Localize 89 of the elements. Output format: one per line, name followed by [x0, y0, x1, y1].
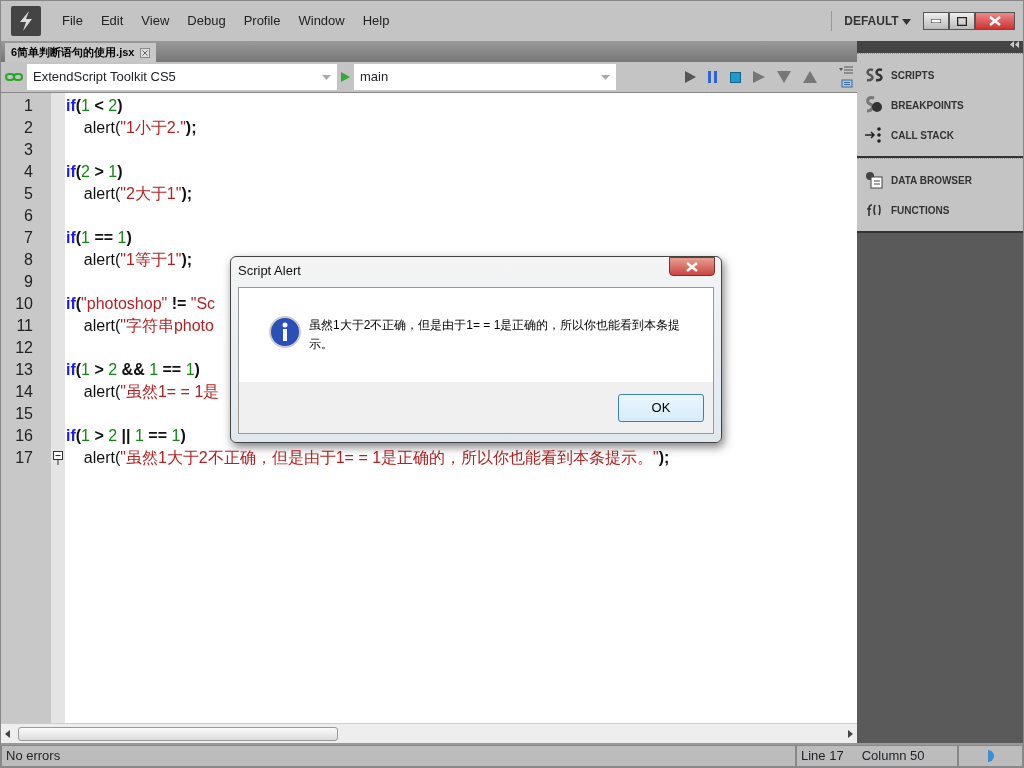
close-button[interactable] [975, 12, 1015, 30]
maximize-icon [957, 16, 967, 26]
line-number: 10 [14, 294, 34, 314]
line-number: 14 [14, 382, 34, 402]
panel-label: FUNCTIONS [891, 203, 950, 218]
step-into-icon[interactable] [777, 71, 791, 83]
line-number: 16 [14, 426, 34, 446]
caret-icon [322, 74, 331, 80]
dropdown-value: ExtendScript Toolkit CS5 [33, 68, 176, 87]
panel-menu-icon[interactable] [839, 66, 853, 88]
code-line: alert("虽然1= = 1是 [82, 382, 220, 402]
engine-dropdown[interactable]: main [354, 64, 616, 90]
data-browser-icon[interactable] [865, 171, 883, 189]
code-line: alert("字符串photo [82, 316, 214, 336]
functions-icon[interactable] [865, 203, 883, 217]
panel-label: CALL STACK [891, 128, 954, 143]
line-number: 12 [14, 338, 34, 358]
step-over-icon[interactable] [753, 71, 765, 83]
status-line: Line 17 [801, 747, 844, 766]
info-icon [269, 316, 301, 348]
target-dropdown[interactable]: ExtendScript Toolkit CS5 [27, 64, 337, 90]
line-number: 2 [23, 118, 34, 138]
minimize-icon [931, 19, 941, 23]
document-tab[interactable]: 6简单判断语句的使用.jsx [5, 43, 157, 62]
breakpoints-icon[interactable] [865, 96, 883, 114]
panel-label: BREAKPOINTS [891, 98, 964, 113]
panel-label: SCRIPTS [891, 68, 935, 83]
ok-button[interactable]: OK [618, 393, 704, 422]
scripts-icon[interactable] [865, 68, 883, 82]
line-number: 15 [14, 404, 34, 424]
line-number: 6 [23, 206, 34, 226]
step-out-icon[interactable] [803, 71, 817, 83]
caret-icon [902, 18, 911, 25]
code-line: if(2 > 1) [66, 162, 123, 182]
maximize-button[interactable] [949, 12, 975, 30]
right-arrow-icon [848, 729, 853, 738]
workspace-menu[interactable]: DEFAULT [831, 11, 917, 31]
close-icon [989, 16, 1001, 26]
dialog-message: 虽然1大于2不正确，但是由于1= = 1是正确的，所以你也能看到本条提示。 [309, 317, 682, 353]
line-number: 5 [23, 184, 34, 204]
stop-icon[interactable] [730, 71, 741, 83]
menu-item[interactable]: Help [353, 11, 399, 31]
line-number: 1 [23, 96, 34, 116]
pause-icon[interactable] [708, 71, 718, 83]
panel-item[interactable]: CALL STACK [857, 120, 1023, 150]
panel-item[interactable]: SCRIPTS [857, 60, 1023, 90]
line-number: 4 [23, 162, 34, 182]
close-button[interactable] [669, 257, 715, 276]
status-column: Column 50 [861, 746, 925, 766]
run-icon[interactable] [685, 71, 696, 83]
menu-item[interactable]: Profile [234, 11, 290, 31]
fold-icon[interactable] [53, 451, 63, 465]
line-number: 3 [23, 140, 34, 160]
dropdown-value: main [360, 68, 389, 87]
close-icon[interactable] [140, 47, 151, 58]
code-line: if(1 == 1) [66, 228, 132, 248]
code-line: alert("虽然1大于2不正确，但是由于1= = 1是正确的，所以你也能看到本条提示。"); [82, 448, 670, 468]
app-logo [11, 6, 41, 36]
code-line: if(1 > 2 || 1 == 1) [66, 426, 186, 446]
status-message: No errors [1, 745, 796, 767]
code-line: if(1 < 2) [66, 96, 123, 116]
menu-item[interactable]: Edit [91, 11, 133, 31]
panel-item[interactable]: FUNCTIONS [857, 195, 1023, 225]
menu-item[interactable]: Window [289, 11, 354, 31]
line-number: 11 [15, 316, 34, 336]
code-line: if("photoshop" != "Sc [66, 294, 216, 314]
minimize-button[interactable] [923, 12, 949, 30]
menu-item[interactable]: File [53, 11, 92, 31]
dialog-title: Script Alert [238, 262, 301, 280]
code-line: alert("2大于1"); [82, 184, 193, 204]
left-arrow-icon [5, 729, 10, 738]
panel-item[interactable]: DATA BROWSER [857, 165, 1023, 195]
code-line: alert("1小于2."); [82, 118, 197, 138]
panel-label: DATA BROWSER [891, 173, 972, 188]
caret-icon [601, 74, 610, 80]
line-number: 13 [14, 360, 34, 380]
menu-item[interactable]: View [132, 11, 179, 31]
code-line: if(1 > 2 && 1 == 1) [66, 360, 200, 380]
line-number: 8 [23, 250, 34, 270]
scrollbar-thumb[interactable] [18, 726, 338, 741]
panel-item[interactable]: BREAKPOINTS [857, 90, 1023, 120]
line-number: 17 [14, 448, 34, 468]
line-number: 7 [23, 228, 34, 248]
close-icon [686, 261, 698, 272]
horizontal-scrollbar[interactable] [1, 723, 857, 743]
line-number: 9 [23, 272, 34, 292]
code-line: alert("1等于1"); [82, 250, 193, 270]
menu-item[interactable]: Debug [178, 11, 235, 31]
call-stack-icon[interactable] [865, 127, 883, 143]
